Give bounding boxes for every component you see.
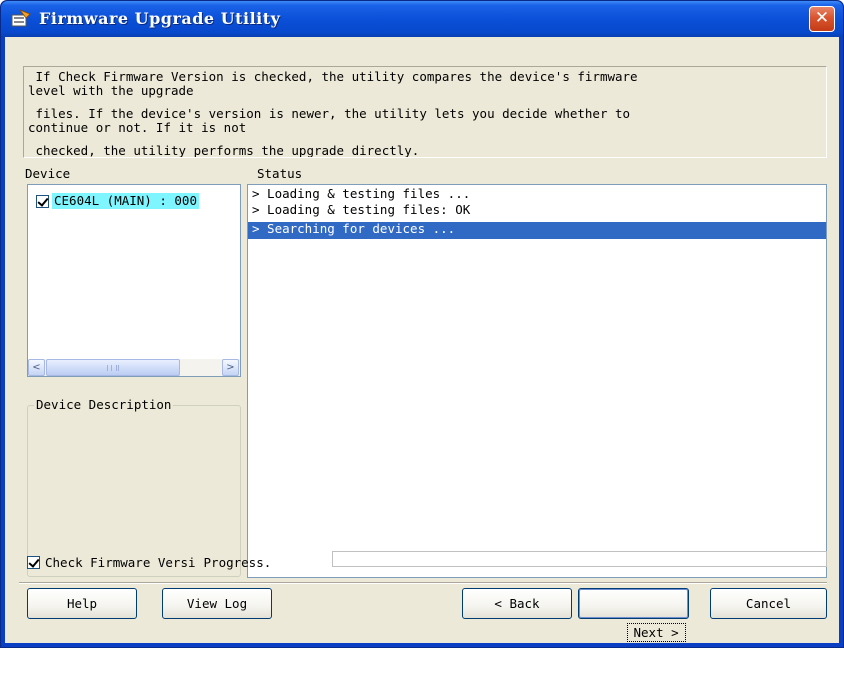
- status-header: Status: [257, 166, 303, 181]
- instructions-box: If Check Firmware Version is checked, th…: [23, 66, 827, 158]
- next-button[interactable]: Next >: [578, 588, 689, 642]
- instruction-line: continue or not. If it is not: [28, 120, 247, 135]
- separator: [19, 582, 827, 584]
- chevron-right-icon: >: [226, 362, 235, 373]
- grip-icon: [107, 365, 119, 371]
- device-item[interactable]: CE604L (MAIN) : 000: [36, 192, 199, 210]
- device-description-title: Device Description: [34, 397, 174, 412]
- dialog-body: If Check Firmware Version is checked, th…: [5, 37, 839, 643]
- title-bar[interactable]: Firmware Upgrade Utility ✕: [1, 1, 843, 37]
- cancel-button[interactable]: Cancel: [710, 588, 827, 619]
- help-button[interactable]: Help: [27, 588, 137, 619]
- device-list[interactable]: CE604L (MAIN) : 000 < >: [27, 184, 241, 377]
- progress-bar: [332, 551, 827, 567]
- close-button[interactable]: ✕: [809, 6, 835, 32]
- device-header: Device: [25, 166, 71, 181]
- status-line[interactable]: > Loading & testing files: OK: [248, 203, 826, 220]
- instruction-line: checked, the utility performs the upgrad…: [28, 143, 420, 158]
- scroll-thumb[interactable]: [46, 359, 180, 376]
- status-line-selected[interactable]: > Searching for devices ...: [248, 222, 826, 239]
- horizontal-scrollbar[interactable]: < >: [28, 359, 240, 376]
- chevron-left-icon: <: [32, 362, 41, 373]
- back-button[interactable]: < Back: [462, 588, 572, 619]
- firmware-utility-icon: [11, 9, 31, 27]
- check-firmware-checkbox[interactable]: [27, 556, 40, 569]
- instruction-line: level with the upgrade: [28, 83, 194, 98]
- close-icon: ✕: [814, 8, 830, 28]
- instruction-line: files. If the device's version is newer,…: [28, 106, 631, 121]
- device-label: CE604L (MAIN) : 000: [52, 193, 199, 209]
- check-firmware-option[interactable]: Check Firmware Versi Progress.: [27, 555, 271, 570]
- window-title: Firmware Upgrade Utility: [39, 9, 281, 28]
- status-log[interactable]: > Loading & testing files ... > Loading …: [247, 184, 827, 578]
- instruction-line: If Check Firmware Version is checked, th…: [28, 69, 638, 84]
- view-log-button[interactable]: View Log: [162, 588, 272, 619]
- device-description-group: Device Description: [27, 397, 241, 577]
- check-firmware-label: Check Firmware Versi: [45, 555, 196, 570]
- device-checkbox[interactable]: [36, 194, 49, 208]
- firmware-upgrade-window: Firmware Upgrade Utility ✕ If Check Firm…: [0, 0, 844, 648]
- scroll-left-button[interactable]: <: [28, 359, 45, 376]
- progress-label: Progress.: [203, 555, 272, 570]
- next-button-label: Next >: [626, 623, 686, 642]
- scroll-right-button[interactable]: >: [222, 359, 239, 376]
